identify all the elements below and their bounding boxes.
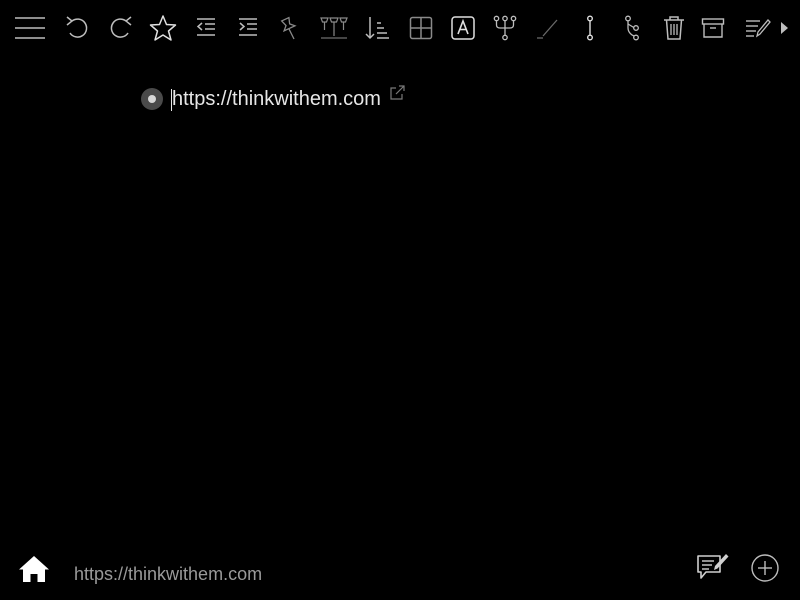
more-arrow-icon: [781, 22, 788, 34]
redo-button[interactable]: [102, 10, 138, 46]
connect-icon: [625, 15, 639, 41]
grid-button[interactable]: [403, 10, 439, 46]
indent-icon: [239, 18, 257, 36]
star-icon: [149, 15, 177, 41]
node-text: https://thinkwithem.com: [172, 87, 381, 110]
connect-button[interactable]: [614, 10, 650, 46]
pin-icon: [280, 16, 297, 40]
outdent-icon: [196, 18, 215, 36]
external-link-icon: [390, 84, 405, 100]
sort-icon: [365, 17, 389, 40]
grid-icon: [409, 16, 433, 40]
home-button[interactable]: [18, 555, 50, 585]
text-style-icon: [451, 16, 475, 40]
outline-node: https://thinkwithem.com: [141, 84, 405, 113]
sort-button[interactable]: [359, 10, 395, 46]
link-icon: [586, 15, 593, 41]
app-window: https://thinkwithem.com https://thinkwit…: [0, 0, 800, 600]
branch-button[interactable]: [487, 10, 523, 46]
undo-button[interactable]: [60, 10, 96, 46]
indent-button[interactable]: [230, 10, 266, 46]
note-edit-icon: [697, 554, 729, 579]
redo-icon: [110, 16, 132, 38]
undo-icon: [66, 16, 88, 38]
notes-button[interactable]: [740, 10, 776, 46]
node-bullet[interactable]: [141, 88, 163, 110]
edit-note-button[interactable]: [696, 552, 730, 584]
delete-button[interactable]: [656, 10, 692, 46]
link-button[interactable]: [572, 10, 608, 46]
notes-icon: [746, 19, 771, 38]
open-link-button[interactable]: [389, 84, 405, 106]
node-text-editor[interactable]: https://thinkwithem.com: [171, 88, 381, 111]
pin-button[interactable]: [272, 10, 308, 46]
multi-pin-icon: [320, 17, 348, 39]
multi-pin-button[interactable]: [316, 10, 352, 46]
breadcrumb[interactable]: https://thinkwithem.com: [74, 564, 262, 585]
pencil-button[interactable]: [530, 10, 566, 46]
outdent-button[interactable]: [188, 10, 224, 46]
text-style-button[interactable]: [445, 10, 481, 46]
toolbar: [0, 0, 800, 56]
bullet-dot-icon: [148, 95, 156, 103]
branch-icon: [493, 15, 517, 41]
menu-button[interactable]: [12, 10, 48, 46]
pencil-icon: [537, 19, 558, 39]
home-icon: [19, 556, 49, 582]
more-button[interactable]: [772, 10, 796, 46]
archive-icon: [701, 18, 725, 38]
bottom-bar: https://thinkwithem.com: [0, 540, 800, 600]
text-caret: [171, 88, 172, 111]
add-node-button[interactable]: [750, 553, 782, 585]
star-button[interactable]: [145, 10, 181, 46]
plus-circle-icon: [751, 554, 779, 582]
menu-icon: [15, 17, 45, 39]
archive-button[interactable]: [695, 10, 731, 46]
trash-icon: [664, 16, 684, 40]
outline-area: https://thinkwithem.com: [0, 56, 800, 536]
